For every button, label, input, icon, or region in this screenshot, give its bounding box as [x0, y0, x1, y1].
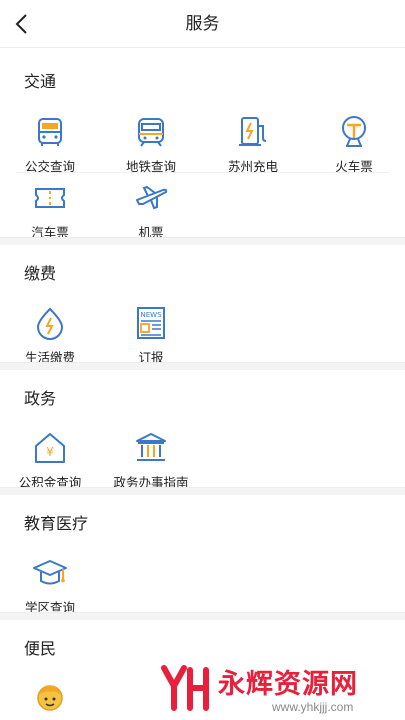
- section-title-transport: 交通: [24, 74, 57, 91]
- service-item-housing-fund[interactable]: ¥ 公积金查询: [15, 430, 85, 491]
- graduation-cap-icon: [33, 560, 67, 585]
- service-item-flight[interactable]: 机票: [116, 180, 186, 241]
- section-title-government: 政务: [24, 391, 57, 408]
- service-item-subway[interactable]: 地铁查询: [116, 114, 186, 175]
- bus-icon: [38, 118, 62, 146]
- service-item-parenting[interactable]: 亲子: [15, 680, 85, 720]
- svg-text:NEWS: NEWS: [140, 311, 162, 319]
- airplane-icon: [136, 185, 168, 210]
- service-item-school-district[interactable]: 学区查询: [15, 555, 85, 616]
- section-divider: [0, 612, 405, 620]
- section-title-education-medical: 教育医疗: [24, 516, 89, 533]
- watermark: 永辉资源网 www.yhkjjj.com: [160, 660, 405, 720]
- charging-station-icon: [239, 117, 267, 146]
- service-item-bus[interactable]: 公交查询: [15, 114, 85, 175]
- service-item-bus-ticket[interactable]: 汽车票: [15, 180, 85, 241]
- page-title: 服务: [185, 14, 220, 33]
- section-divider: [0, 487, 405, 495]
- housing-fund-icon: ¥: [35, 433, 65, 463]
- train-icon: [342, 116, 366, 147]
- service-item-gov-guide[interactable]: 政务办事指南: [109, 430, 193, 491]
- watermark-logo-icon: [161, 665, 209, 711]
- section-title-payment: 缴费: [24, 266, 57, 283]
- svg-text:¥: ¥: [46, 445, 54, 459]
- subway-icon: [138, 118, 164, 147]
- row-divider: [16, 172, 389, 173]
- watermark-url: www.yhkjjj.com: [272, 700, 354, 714]
- newspaper-icon: NEWS: [137, 307, 165, 339]
- service-item-train[interactable]: 火车票: [319, 114, 389, 175]
- child-face-icon: [37, 685, 63, 711]
- watermark-brand: 永辉资源网: [218, 669, 358, 699]
- service-item-charging[interactable]: 苏州充电: [218, 114, 288, 175]
- service-item-newspaper[interactable]: NEWS 订报: [116, 305, 186, 366]
- section-divider: [0, 237, 405, 245]
- utility-bill-icon: [36, 307, 64, 340]
- service-item-utility-bill[interactable]: 生活缴费: [15, 305, 85, 366]
- ticket-icon: [35, 188, 65, 208]
- government-building-icon: [136, 433, 166, 461]
- section-title-convenience: 便民: [24, 641, 57, 658]
- section-divider: [0, 362, 405, 370]
- top-bar: 服务: [0, 0, 405, 48]
